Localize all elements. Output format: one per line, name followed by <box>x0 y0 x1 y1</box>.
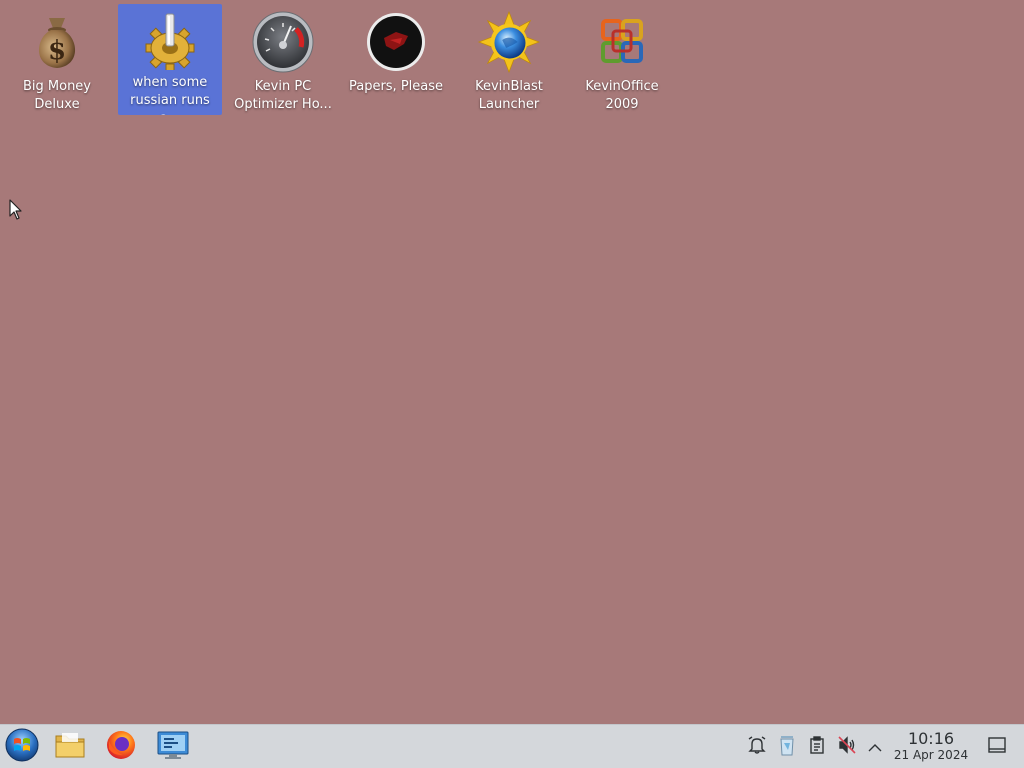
show-desktop-icon <box>988 737 1006 757</box>
file-manager-button[interactable] <box>50 728 90 766</box>
folder-icon <box>54 731 86 763</box>
system-settings-button[interactable] <box>153 728 193 766</box>
desktop-icon-label: Kevin PC Optimizer Ho... <box>234 79 332 112</box>
taskbar: 10:16 21 Apr 2024 <box>0 724 1024 768</box>
office-logo-icon <box>590 10 654 74</box>
desktop-icon-label: KevinOffice 2009 <box>585 79 659 112</box>
monitor-icon <box>156 730 190 764</box>
recycle-bin-button[interactable] <box>776 735 798 759</box>
show-hidden-icons-button[interactable] <box>864 735 886 759</box>
digital-clock[interactable]: 10:16 21 Apr 2024 <box>888 730 974 763</box>
money-bag-icon: $ <box>25 10 89 74</box>
mouse-cursor-icon <box>9 199 23 225</box>
desktop-icon-papers-please[interactable]: Papers, Please <box>344 4 448 115</box>
desktop-icon-kevin-pc-optimizer[interactable]: Kevin PC Optimizer Ho... <box>231 4 335 115</box>
desktop[interactable]: $ Big Money Deluxe when some russian run… <box>0 0 1024 724</box>
clock-time: 10:16 <box>907 729 955 748</box>
clipboard-button[interactable] <box>806 735 828 759</box>
speaker-muted-icon <box>838 736 856 758</box>
firefox-icon <box>105 729 137 765</box>
desktop-icon-when-some-russian[interactable]: when some russian runs a... <box>118 4 222 115</box>
windows-orb-icon <box>5 728 39 766</box>
gear-icon <box>138 10 202 70</box>
desktop-icon-label: KevinBlast Launcher <box>475 79 543 112</box>
desktop-icon-label: when some russian runs a... <box>130 75 210 115</box>
volume-button[interactable] <box>836 735 858 759</box>
clock-date: 21 Apr 2024 <box>893 748 969 762</box>
notifications-button[interactable] <box>746 735 768 759</box>
svg-text:$: $ <box>48 36 66 66</box>
recycle-bin-icon <box>778 734 796 760</box>
speedometer-icon <box>251 10 315 74</box>
desktop-icon-label: Big Money Deluxe <box>22 79 91 112</box>
clipboard-icon <box>809 736 825 758</box>
bell-icon <box>748 736 766 758</box>
desktop-icon-big-money-deluxe[interactable]: $ Big Money Deluxe <box>5 4 109 115</box>
desktop-icon-label: Papers, Please <box>348 79 444 94</box>
start-menu-button[interactable] <box>2 728 42 766</box>
desktop-icon-kevinblast-launcher[interactable]: KevinBlast Launcher <box>457 4 561 115</box>
show-desktop-button[interactable] <box>986 735 1008 759</box>
papers-please-icon <box>364 10 428 74</box>
chevron-up-icon <box>868 738 882 757</box>
desktop-icon-kevinoffice-2009[interactable]: KevinOffice 2009 <box>570 4 674 115</box>
sun-globe-icon <box>477 10 541 74</box>
firefox-button[interactable] <box>101 728 141 766</box>
